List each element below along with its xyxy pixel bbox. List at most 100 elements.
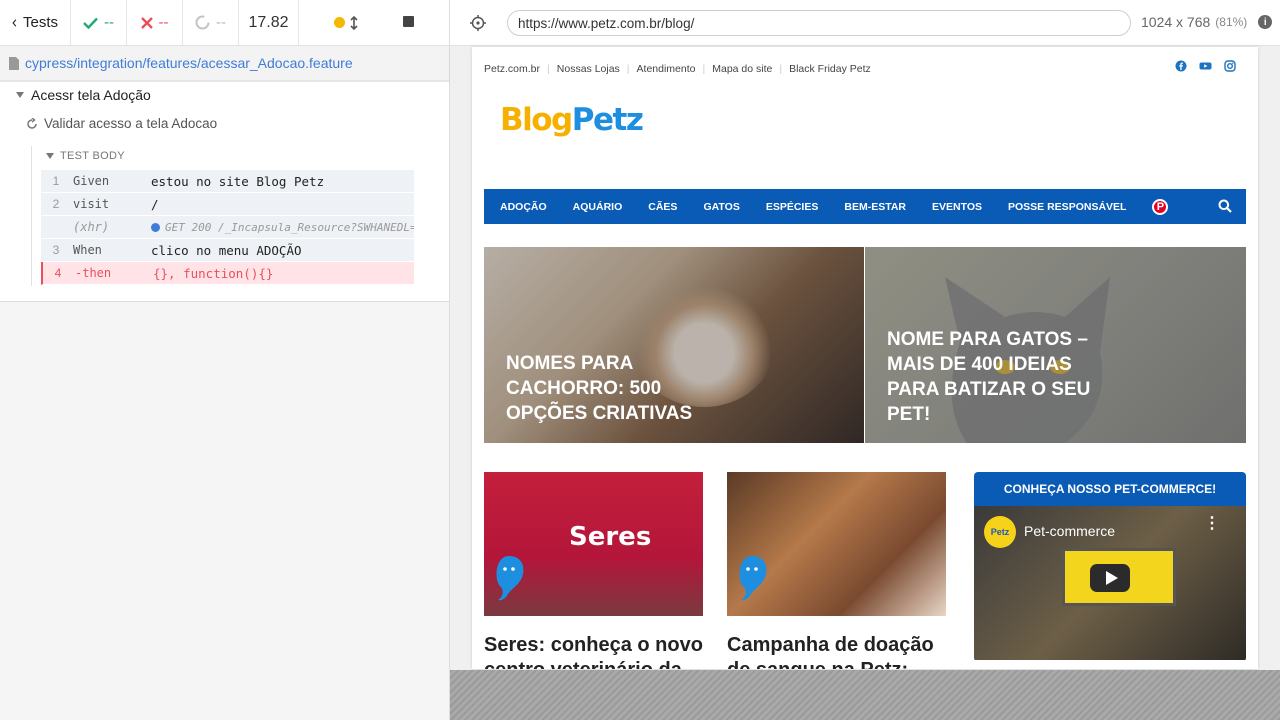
hero-post-cat-names[interactable]: NOME PARA GATOS – MAIS DE 400 IDEIAS PAR… — [865, 247, 1246, 443]
nav-aquario[interactable]: AQUÁRIO — [573, 201, 623, 213]
command-number: 4 — [54, 266, 62, 280]
site-main-nav: ADOÇÃO AQUÁRIO CÃES GATOS ESPÉCIES BEM-E… — [484, 189, 1246, 224]
stop-button[interactable] — [403, 14, 415, 31]
nav-posse-responsavel[interactable]: POSSE RESPONSÁVEL — [1008, 201, 1126, 213]
command-list: 1 Given estou no site Blog Petz 2 visit … — [41, 170, 414, 285]
nav-gatos[interactable]: GATOS — [703, 201, 739, 213]
blog-petz-logo[interactable]: BlogPetz — [500, 102, 644, 138]
failed-value: -- — [158, 14, 169, 31]
command-message: / — [151, 196, 159, 212]
command-row[interactable]: 2 visit / — [41, 193, 414, 216]
play-button[interactable] — [1090, 564, 1130, 592]
logo-petz-text: Petz — [571, 102, 644, 138]
pending-circle-icon — [195, 15, 210, 30]
viewport-scale: (81%) — [1215, 15, 1248, 29]
pending-value: -- — [216, 14, 226, 31]
command-name: -then — [75, 266, 112, 280]
post-title-seres[interactable]: Seres: conheça o novo centro veterinário… — [484, 633, 709, 669]
xhr-status-icon — [151, 222, 160, 232]
nav-especies[interactable]: ESPÉCIES — [766, 201, 819, 213]
search-icon[interactable] — [1218, 199, 1232, 213]
test-body-header[interactable]: TEST BODY — [46, 150, 125, 162]
speech-bubble-icon — [496, 556, 524, 601]
passed-count: -- — [71, 0, 127, 45]
info-icon: i — [1258, 15, 1273, 29]
selector-playground-icon[interactable] — [470, 15, 486, 31]
social-links — [1175, 60, 1236, 72]
viewport-info[interactable]: 1024 x 768 (81%) i — [1141, 14, 1273, 30]
instagram-icon[interactable] — [1224, 60, 1236, 72]
post-title-blood-donation[interactable]: Campanha de doação de sangue na Petz: — [727, 633, 952, 669]
command-row-xhr[interactable]: (xhr) GET 200 /_Incapsula_Resource?SWHAN… — [41, 216, 414, 239]
more-options-icon[interactable]: ⋮ — [1204, 516, 1220, 532]
failed-count: -- — [127, 0, 183, 45]
petz-channel-logo: Petz — [984, 516, 1016, 548]
runner-controls — [299, 0, 449, 45]
command-message: GET 200 /_Incapsula_Resource?SWHANEDL=… — [151, 221, 414, 234]
facebook-icon[interactable] — [1175, 60, 1187, 72]
file-icon — [9, 56, 19, 70]
video-title: Pet-commerce — [1024, 523, 1116, 539]
hero-right-title: NOME PARA GATOS – MAIS DE 400 IDEIAS PAR… — [887, 329, 1091, 425]
auto-scroll-toggle[interactable] — [333, 15, 358, 30]
pending-count: -- — [183, 0, 239, 45]
app-under-test-panel: https://www.petz.com.br/blog/ 1024 x 768… — [450, 0, 1280, 720]
spec-path-link[interactable]: cypress/integration/features/acessar_Ado… — [25, 55, 353, 71]
speech-bubble-icon — [739, 556, 767, 601]
command-log: Acessr tela Adoção Validar acesso a tela… — [0, 82, 449, 302]
scroll-arrows-icon — [350, 15, 358, 30]
nav-adocao[interactable]: ADOÇÃO — [500, 201, 547, 213]
suite-title: Acessr tela Adoção — [31, 87, 151, 103]
command-number: 1 — [52, 174, 60, 188]
topnav-link[interactable]: Black Friday Petz — [789, 63, 871, 75]
post-image-blood-donation[interactable] — [727, 472, 946, 616]
command-name: (xhr) — [73, 220, 110, 234]
viewport-overflow-area — [450, 670, 1280, 720]
topnav-link[interactable]: Petz.com.br — [484, 63, 540, 75]
command-number: 3 — [52, 243, 60, 257]
xhr-message: GET 200 /_Incapsula_Resource?SWHANEDL=… — [165, 220, 414, 234]
running-indicator-icon — [333, 17, 345, 28]
command-row[interactable]: 3 When clico no menu ADOÇÃO — [41, 239, 414, 262]
video-embed[interactable]: Petz Pet-commerce ⋮ — [974, 506, 1246, 660]
post-image-seres[interactable]: Seres — [484, 472, 703, 616]
test-title-row[interactable]: Validar acesso a tela Adocao — [26, 116, 217, 131]
topnav-link[interactable]: Atendimento — [637, 63, 696, 75]
seres-sign-text: Seres — [569, 522, 652, 552]
command-message: clico no menu ADOÇÃO — [151, 242, 302, 258]
passed-value: -- — [104, 14, 114, 31]
viewport-size: 1024 x 768 — [1141, 14, 1211, 30]
duration: 17.82 — [239, 0, 299, 45]
command-number: 2 — [52, 197, 60, 211]
suite-title-row[interactable]: Acessr tela Adoção — [16, 87, 151, 103]
command-row[interactable]: 1 Given estou no site Blog Petz — [41, 170, 414, 193]
test-body-label: TEST BODY — [60, 150, 125, 162]
spec-file-bar: cypress/integration/features/acessar_Ado… — [0, 46, 449, 81]
topnav-link[interactable]: Mapa do site — [712, 63, 772, 75]
stop-icon — [403, 16, 415, 27]
chevron-left-icon — [12, 18, 17, 27]
refresh-icon — [27, 117, 37, 129]
nav-caes[interactable]: CÃES — [648, 201, 677, 213]
youtube-icon[interactable] — [1199, 60, 1212, 72]
collapse-icon — [46, 153, 54, 159]
command-name: When — [73, 243, 102, 257]
site-top-nav: Petz.com.br | Nossas Lojas | Atendimento | … — [484, 63, 871, 75]
command-message: {}, function(){} — [153, 265, 274, 281]
url-input[interactable]: https://www.petz.com.br/blog/ — [507, 10, 1131, 36]
aut-url-bar: https://www.petz.com.br/blog/ 1024 x 768… — [450, 0, 1280, 46]
sidebar-pet-commerce: CONHEÇA NOSSO PET-COMMERCE! Petz Pet-com… — [974, 472, 1246, 662]
nav-bem-estar[interactable]: BEM-ESTAR — [844, 201, 906, 213]
topnav-link[interactable]: Nossas Lojas — [557, 63, 620, 75]
logo-blog-text: Blog — [500, 102, 573, 138]
command-name: visit — [73, 197, 110, 211]
command-row-failed[interactable]: 4 -then {}, function(){} — [41, 262, 414, 285]
pinterest-icon[interactable]: P — [1152, 198, 1169, 215]
reporter-panel: Tests -- -- -- 17.82 cypress/integration… — [0, 0, 450, 720]
hero-post-dog-names[interactable]: NOMES PARA CACHORRO: 500 OPÇÕES CRIATIVA… — [484, 247, 864, 443]
nav-eventos[interactable]: EVENTOS — [932, 201, 982, 213]
x-icon — [140, 16, 153, 29]
back-to-tests-button[interactable]: Tests — [0, 0, 71, 45]
hero-left-title: NOMES PARA CACHORRO: 500 OPÇÕES CRIATIVA… — [506, 353, 693, 424]
sidebar-title: CONHEÇA NOSSO PET-COMMERCE! — [974, 472, 1246, 506]
